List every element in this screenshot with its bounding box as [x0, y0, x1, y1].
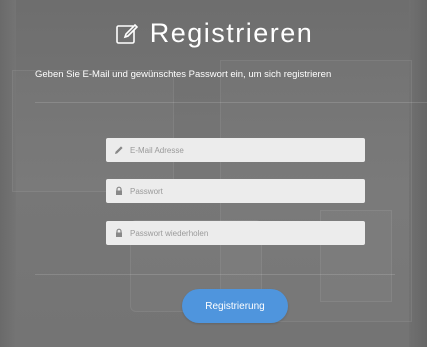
register-button[interactable]: Registrierung: [182, 289, 288, 323]
lock-icon: [114, 228, 124, 238]
lock-icon: [114, 186, 124, 196]
background-shape: [12, 70, 174, 192]
pencil-icon: [114, 145, 124, 155]
email-input[interactable]: [130, 145, 350, 155]
password-field[interactable]: [106, 179, 365, 203]
page-header: Registrieren: [0, 20, 427, 47]
password-repeat-field[interactable]: [106, 221, 365, 245]
registration-page: Registrieren Geben Sie E-Mail und gewüns…: [0, 0, 427, 347]
password-input[interactable]: [130, 186, 350, 196]
page-subtitle: Geben Sie E-Mail und gewünschtes Passwor…: [35, 69, 332, 80]
password-repeat-input[interactable]: [130, 228, 350, 238]
email-field[interactable]: [106, 138, 365, 162]
edit-icon: [114, 21, 140, 47]
divider: [35, 274, 395, 275]
divider: [35, 102, 427, 103]
page-title: Registrieren: [149, 18, 314, 48]
